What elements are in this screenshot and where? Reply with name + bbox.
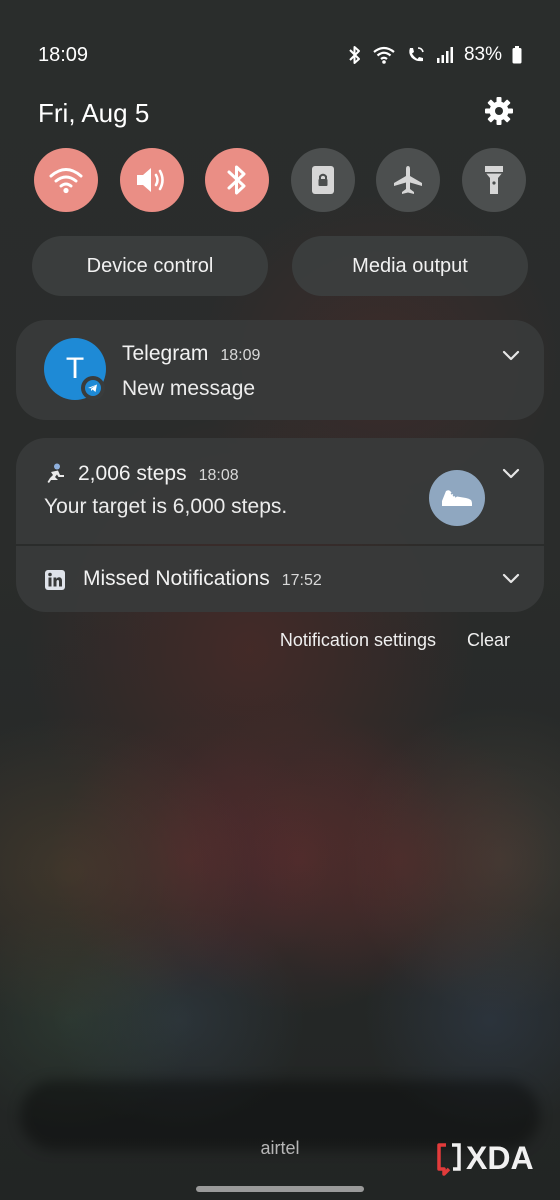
battery-percent: 83% — [463, 44, 502, 65]
samsung-health-icon — [47, 463, 64, 483]
airplane-toggle[interactable] — [376, 148, 441, 212]
quick-toggles — [34, 148, 526, 212]
status-icons: 83% — [348, 44, 522, 66]
linkedin-icon — [45, 570, 65, 590]
telegram-time: 18:09 — [220, 347, 261, 364]
signal-icon — [436, 47, 453, 63]
telegram-badge-icon — [81, 376, 105, 400]
telegram-app-name: Telegram — [122, 342, 209, 365]
xda-text: XDA — [466, 1140, 534, 1176]
steps-header: 2,006 steps 18:08 — [78, 462, 239, 486]
flashlight-toggle[interactable] — [461, 148, 526, 212]
date-label: Fri, Aug 5 — [38, 98, 150, 128]
linkedin-time: 17:52 — [281, 572, 322, 589]
steps-notification[interactable]: 2,006 steps 18:08 Your target is 6,000 s… — [16, 438, 544, 544]
status-bar: 18:09 83% — [38, 44, 522, 72]
airplane-icon — [394, 166, 423, 194]
bluetooth-icon — [227, 165, 246, 195]
panel-header: Fri, Aug 5 — [38, 96, 514, 130]
media-output-button[interactable]: Media output — [292, 236, 528, 296]
linkedin-title: Missed Notifications — [83, 567, 270, 590]
telegram-header: Telegram 18:09 — [122, 342, 260, 366]
xda-watermark: XDA — [436, 1140, 534, 1177]
status-time: 18:09 — [38, 44, 89, 66]
sound-toggle[interactable] — [119, 148, 184, 212]
panel-buttons: Device control Media output — [32, 236, 528, 296]
wifi-icon — [49, 168, 83, 194]
device-control-button[interactable]: Device control — [32, 236, 268, 296]
linkedin-header: Missed Notifications 17:52 — [83, 567, 322, 591]
clear-button[interactable]: Clear — [467, 630, 510, 651]
steps-title: 2,006 steps — [78, 462, 187, 485]
running-shoe-icon — [442, 490, 472, 506]
telegram-notification[interactable]: T Telegram 18:09 New message — [16, 320, 544, 420]
telegram-message: New message — [122, 377, 256, 400]
battery-icon — [512, 46, 522, 64]
home-indicator[interactable] — [196, 1186, 364, 1192]
wifi-toggle[interactable] — [34, 148, 98, 212]
chevron-down-icon[interactable] — [502, 468, 520, 480]
flashlight-icon — [484, 166, 503, 194]
linkedin-notification[interactable]: Missed Notifications 17:52 — [16, 546, 544, 612]
wifi-status-icon — [373, 46, 395, 64]
bluetooth-status-icon — [349, 46, 360, 64]
wifi-call-icon — [409, 47, 424, 62]
shoe-badge — [429, 470, 485, 526]
notification-actions: Notification settings Clear — [280, 630, 510, 651]
settings-gear-icon[interactable] — [484, 96, 514, 126]
steps-time: 18:08 — [198, 467, 239, 484]
notification-settings-button[interactable]: Notification settings — [280, 630, 436, 651]
chevron-down-icon[interactable] — [502, 350, 520, 362]
rotation-lock-toggle[interactable] — [290, 148, 355, 212]
xda-logo-icon — [437, 1142, 461, 1176]
sound-icon — [136, 168, 164, 192]
steps-message: Your target is 6,000 steps. — [44, 495, 288, 518]
bluetooth-toggle[interactable] — [205, 148, 270, 212]
chevron-down-icon[interactable] — [502, 573, 520, 585]
rotation-lock-icon — [311, 166, 334, 194]
